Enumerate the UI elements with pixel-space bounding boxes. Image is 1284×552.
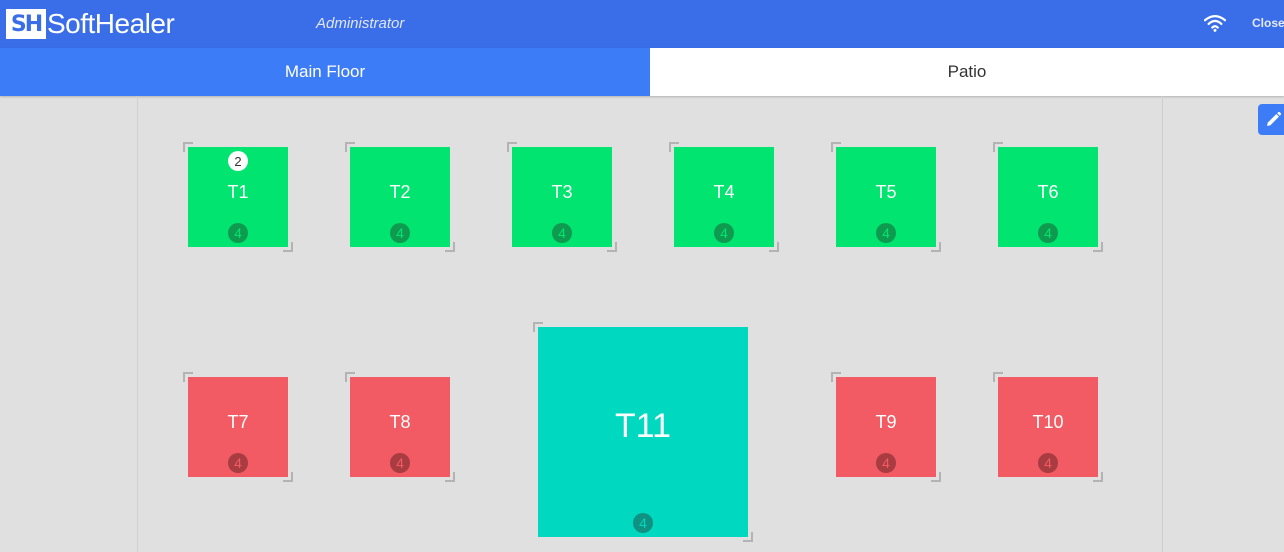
resize-handle-bottom-right[interactable] [743,532,753,542]
resize-handle-bottom-right[interactable] [445,472,455,482]
close-button[interactable]: Close [1252,16,1284,30]
seat-count-badge: 4 [390,453,410,473]
resize-handle-bottom-right[interactable] [283,472,293,482]
wifi-icon [1204,15,1226,32]
seat-count-badge: 4 [633,513,653,533]
resize-handle-top-left[interactable] [831,372,841,382]
table-t2[interactable]: T2 4 [345,142,455,252]
table-t3[interactable]: T3 4 [507,142,617,252]
seat-count-badge: 4 [714,223,734,243]
table-t7[interactable]: T7 4 [183,372,293,482]
seat-count-badge: 4 [552,223,572,243]
resize-handle-bottom-right[interactable] [445,242,455,252]
resize-handle-top-left[interactable] [669,142,679,152]
table-t6[interactable]: T6 4 [993,142,1103,252]
resize-handle-bottom-right[interactable] [931,472,941,482]
tab-main-floor[interactable]: Main Floor [0,48,650,96]
logo-text: SoftHealer [47,8,175,39]
guest-count-badge: 2 [228,151,248,171]
resize-handle-bottom-right[interactable] [1093,472,1103,482]
softhealer-logo: SH SoftHealer [6,7,175,41]
seat-count-badge: 4 [876,453,896,473]
seat-count-badge: 4 [390,223,410,243]
table-name: T8 [389,412,411,432]
seat-count-badge: 4 [228,223,248,243]
resize-handle-bottom-right[interactable] [931,242,941,252]
pencil-icon [1267,111,1282,126]
table-name: T11 [614,407,672,445]
table-t9[interactable]: T9 4 [831,372,941,482]
resize-handle-top-left[interactable] [533,322,543,332]
resize-handle-bottom-right[interactable] [1093,242,1103,252]
resize-handle-top-left[interactable] [993,142,1003,152]
table-name: T5 [875,182,897,202]
seat-count-badge: 4 [1038,453,1058,473]
resize-handle-bottom-right[interactable] [283,242,293,252]
resize-handle-top-left[interactable] [831,142,841,152]
resize-handle-top-left[interactable] [507,142,517,152]
table-name: T6 [1037,182,1059,202]
edit-floor-button[interactable] [1258,104,1284,135]
seat-count-badge: 4 [1038,223,1058,243]
table-name: T2 [389,182,411,202]
table-name: T4 [713,182,735,202]
table-t10[interactable]: T10 4 [993,372,1103,482]
table-t8[interactable]: T8 4 [345,372,455,482]
seat-count-badge: 4 [876,223,896,243]
resize-handle-top-left[interactable] [183,372,193,382]
table-name: T7 [227,412,249,432]
resize-handle-top-left[interactable] [993,372,1003,382]
logo-mark: SH [6,9,46,39]
user-role: Administrator [316,15,405,32]
table-name: T1 [227,182,249,202]
table-name: T10 [1032,412,1064,432]
resize-handle-top-left[interactable] [183,142,193,152]
table-t5[interactable]: T5 4 [831,142,941,252]
floor-tabs: Main Floor Patio [0,48,1284,96]
table-name: T9 [875,412,897,432]
seat-count-badge: 4 [228,453,248,473]
table-t1[interactable]: 2 T1 4 [183,142,293,252]
top-bar: SH SoftHealer Administrator Close [0,0,1284,48]
resize-handle-bottom-right[interactable] [607,242,617,252]
resize-handle-top-left[interactable] [345,372,355,382]
table-t11[interactable]: T11 4 [533,322,753,542]
resize-handle-bottom-right[interactable] [769,242,779,252]
tab-patio[interactable]: Patio [650,48,1284,96]
resize-handle-top-left[interactable] [345,142,355,152]
table-t4[interactable]: T4 4 [669,142,779,252]
table-name: T3 [551,182,573,202]
